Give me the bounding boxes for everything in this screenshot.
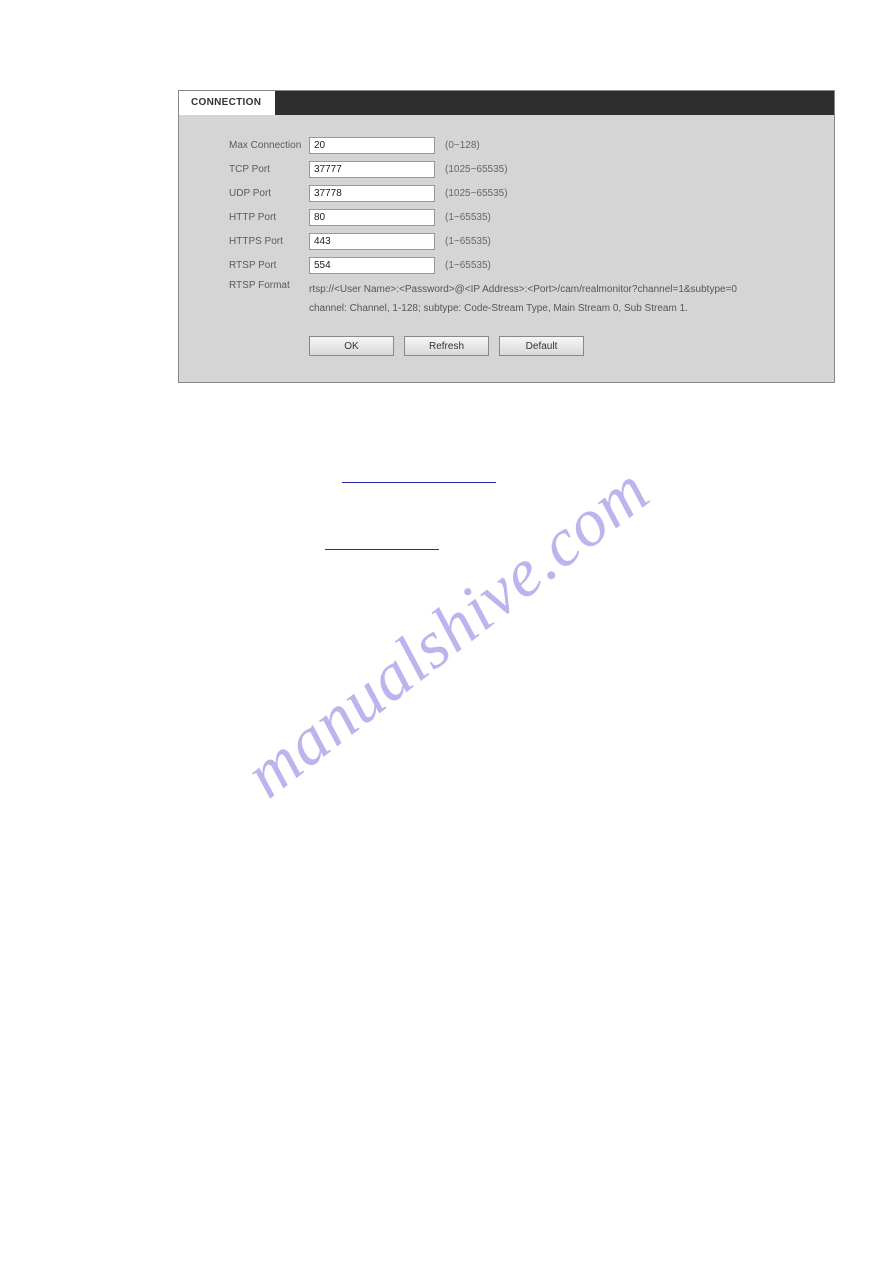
hint-udp-port: (1025~65535)	[445, 188, 508, 199]
rtsp-format-line2: channel: Channel, 1-128; subtype: Code-S…	[309, 299, 816, 318]
button-row: OK Refresh Default	[309, 336, 816, 356]
hint-rtsp-port: (1~65535)	[445, 260, 491, 271]
label-rtsp-format: RTSP Format	[229, 280, 309, 291]
label-rtsp-port: RTSP Port	[229, 260, 309, 271]
input-max-connection[interactable]	[309, 137, 435, 154]
rtsp-format-line1: rtsp://<User Name>:<Password>@<IP Addres…	[309, 280, 816, 299]
label-http-port: HTTP Port	[229, 212, 309, 223]
watermark: manualshive.com	[230, 450, 664, 813]
hint-max-connection: (0~128)	[445, 140, 480, 151]
tab-bar: CONNECTION	[179, 91, 834, 115]
row-http-port: HTTP Port (1~65535)	[229, 205, 816, 229]
hint-https-port: (1~65535)	[445, 236, 491, 247]
label-max-connection: Max Connection	[229, 140, 309, 151]
refresh-button[interactable]: Refresh	[404, 336, 489, 356]
hint-tcp-port: (1025~65535)	[445, 164, 508, 175]
label-tcp-port: TCP Port	[229, 164, 309, 175]
row-udp-port: UDP Port (1025~65535)	[229, 181, 816, 205]
ok-button[interactable]: OK	[309, 336, 394, 356]
input-http-port[interactable]	[309, 209, 435, 226]
underline-2	[325, 549, 439, 550]
row-rtsp-port: RTSP Port (1~65535)	[229, 253, 816, 277]
input-https-port[interactable]	[309, 233, 435, 250]
input-udp-port[interactable]	[309, 185, 435, 202]
label-https-port: HTTPS Port	[229, 236, 309, 247]
tab-connection[interactable]: CONNECTION	[179, 91, 275, 115]
row-max-connection: Max Connection (0~128)	[229, 133, 816, 157]
label-udp-port: UDP Port	[229, 188, 309, 199]
row-rtsp-format: RTSP Format rtsp://<User Name>:<Password…	[229, 277, 816, 318]
underline-1	[342, 482, 496, 483]
text-rtsp-format: rtsp://<User Name>:<Password>@<IP Addres…	[309, 280, 816, 318]
connection-form: Max Connection (0~128) TCP Port (1025~65…	[179, 115, 834, 356]
default-button[interactable]: Default	[499, 336, 584, 356]
row-tcp-port: TCP Port (1025~65535)	[229, 157, 816, 181]
input-tcp-port[interactable]	[309, 161, 435, 178]
row-https-port: HTTPS Port (1~65535)	[229, 229, 816, 253]
hint-http-port: (1~65535)	[445, 212, 491, 223]
connection-panel: CONNECTION Max Connection (0~128) TCP Po…	[178, 90, 835, 383]
input-rtsp-port[interactable]	[309, 257, 435, 274]
